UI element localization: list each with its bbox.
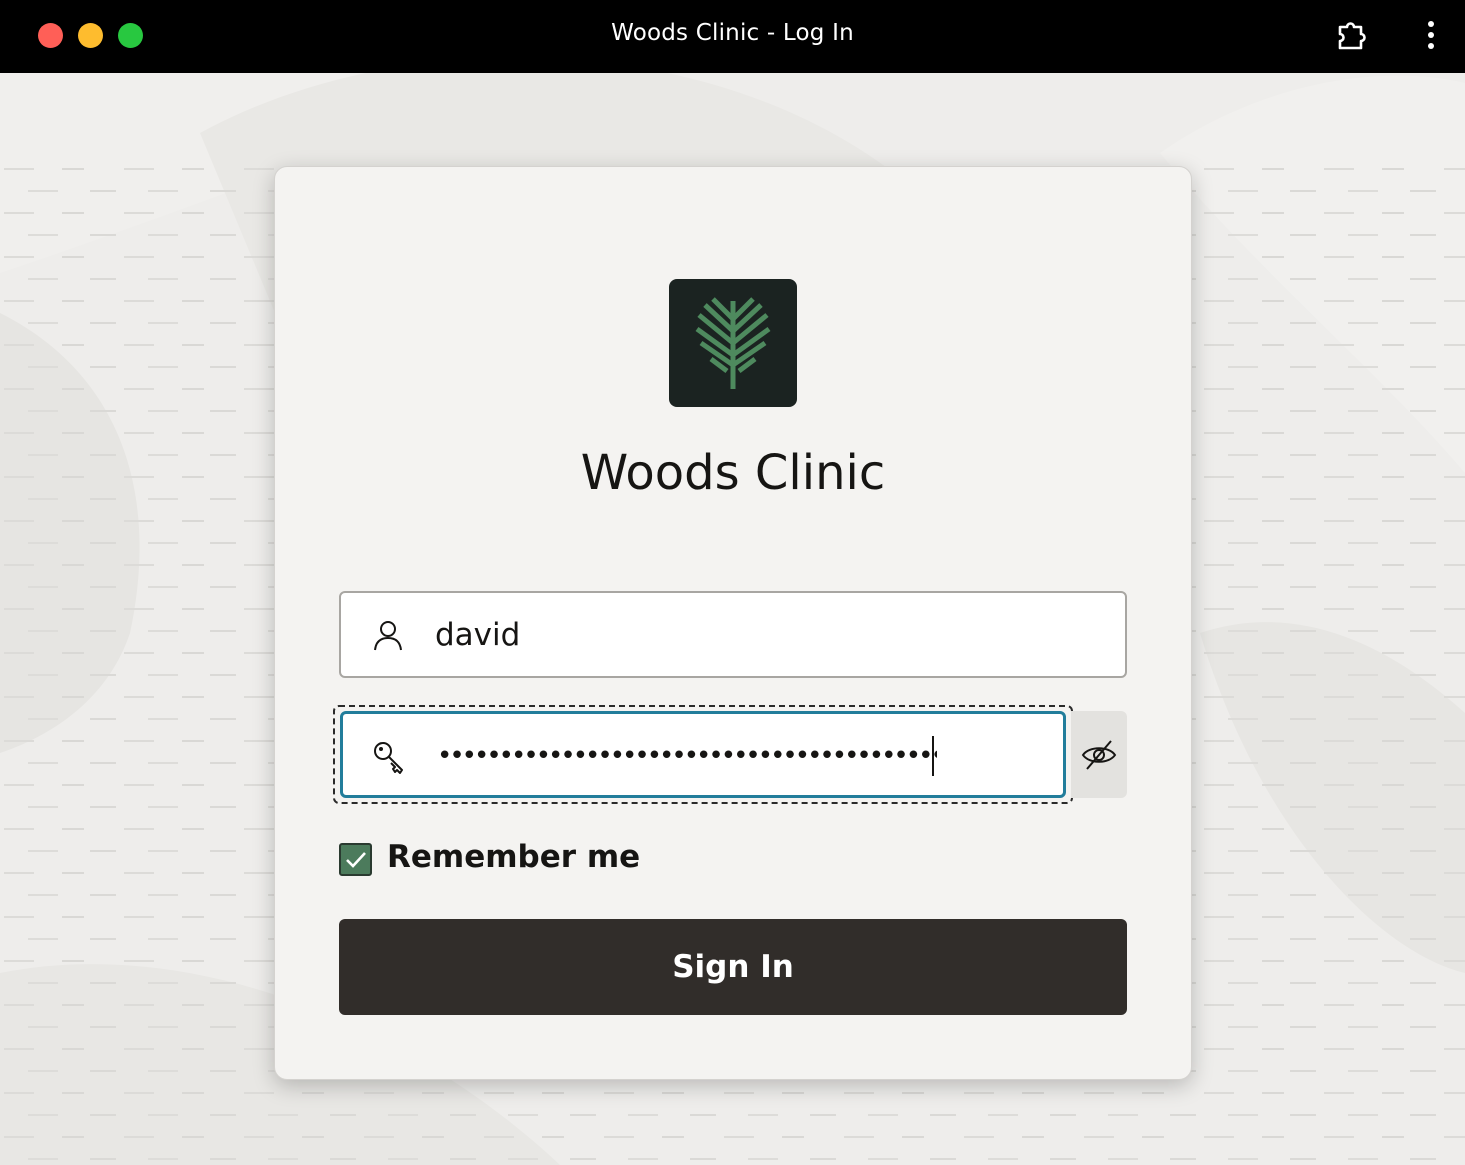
username-field[interactable] <box>339 591 1127 678</box>
username-input[interactable] <box>435 611 1095 659</box>
sign-in-button[interactable]: Sign In <box>339 919 1127 1015</box>
window-title: Woods Clinic - Log In <box>611 20 854 46</box>
title-bar: Woods Clinic - Log In <box>0 0 1465 73</box>
app-title: Woods Clinic <box>580 445 886 501</box>
remember-me-label[interactable]: Remember me <box>387 839 640 875</box>
eye-off-icon <box>1081 740 1117 770</box>
puzzle-extension-icon[interactable] <box>1334 18 1372 52</box>
password-field[interactable]: ••••••••••••••••••••••••••••••••••••••••… <box>340 711 1066 798</box>
text-caret <box>932 736 934 776</box>
tree-logo-icon <box>669 279 797 407</box>
password-input[interactable]: ••••••••••••••••••••••••••••••••••••••••… <box>437 736 937 776</box>
remember-me-checkbox[interactable] <box>339 843 372 876</box>
user-icon <box>369 617 407 655</box>
login-card: Woods Clinic •••••••••••••••••••••••••••… <box>274 166 1192 1080</box>
checkmark-icon <box>346 852 366 868</box>
key-icon <box>371 738 409 776</box>
login-page: Woods Clinic •••••••••••••••••••••••••••… <box>0 73 1465 1165</box>
show-password-button[interactable] <box>1071 711 1127 798</box>
more-vertical-icon[interactable] <box>1418 18 1444 52</box>
